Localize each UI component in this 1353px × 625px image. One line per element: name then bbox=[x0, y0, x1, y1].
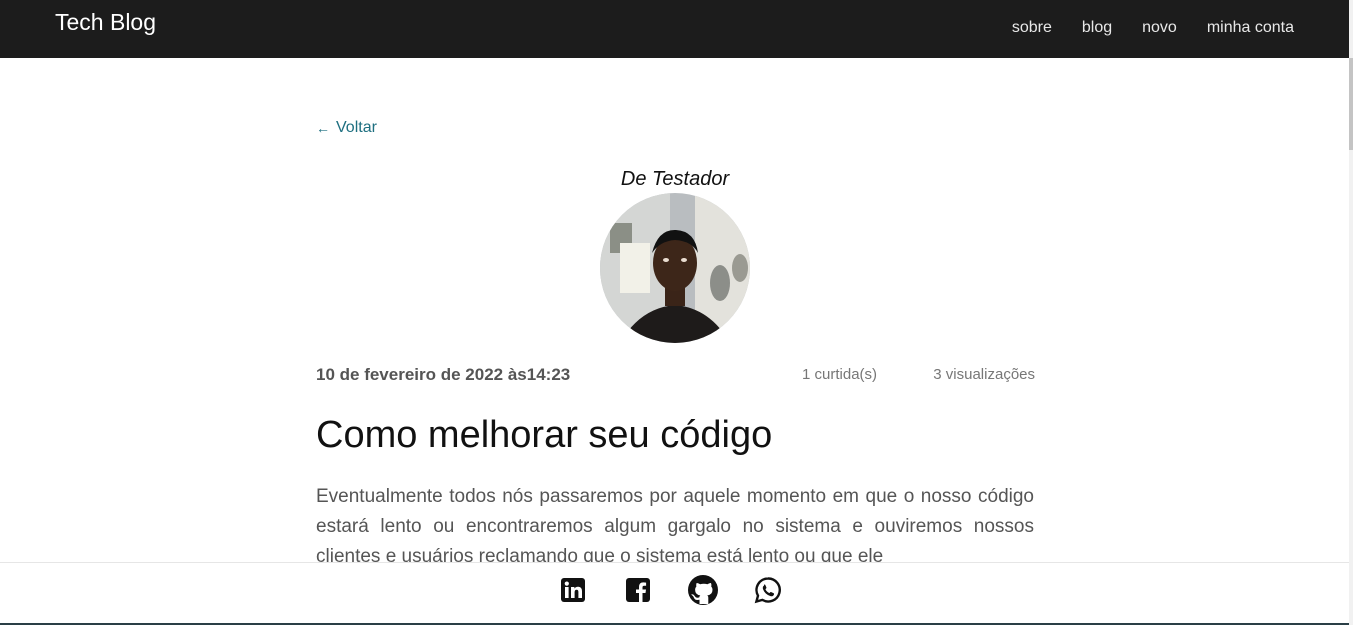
top-navbar: Tech Blog sobre blog novo minha conta bbox=[0, 0, 1349, 58]
linkedin-icon[interactable] bbox=[559, 576, 587, 604]
whatsapp-icon[interactable] bbox=[754, 576, 782, 604]
footer bbox=[0, 562, 1349, 625]
nav-link-minha-conta[interactable]: minha conta bbox=[1207, 19, 1294, 37]
nav-link-blog[interactable]: blog bbox=[1082, 19, 1112, 37]
github-icon[interactable] bbox=[687, 574, 719, 606]
brand-logo[interactable]: Tech Blog bbox=[55, 9, 156, 36]
author-avatar bbox=[600, 193, 750, 343]
nav-link-novo[interactable]: novo bbox=[1142, 19, 1177, 37]
post-views-count: 3 visualizações bbox=[933, 366, 1035, 383]
nav-links: sobre blog novo minha conta bbox=[1012, 19, 1294, 37]
nav-link-sobre[interactable]: sobre bbox=[1012, 19, 1052, 37]
back-link-label: Voltar bbox=[336, 119, 377, 136]
avatar-photo bbox=[600, 193, 750, 343]
post-excerpt: Eventualmente todos nós passaremos por a… bbox=[316, 486, 1034, 567]
post-title: Como melhorar seu código bbox=[316, 414, 773, 456]
back-link[interactable]: ← Voltar bbox=[316, 119, 377, 137]
scrollbar-thumb[interactable] bbox=[1349, 58, 1353, 150]
facebook-icon[interactable] bbox=[624, 576, 652, 604]
author-name: De Testador bbox=[620, 168, 730, 190]
page-scrollbar[interactable] bbox=[1349, 0, 1353, 625]
post-likes-count: 1 curtida(s) bbox=[802, 366, 878, 383]
arrow-left-icon: ← bbox=[316, 120, 330, 136]
post-date: 10 de fevereiro de 2022 às14:23 bbox=[316, 365, 571, 384]
